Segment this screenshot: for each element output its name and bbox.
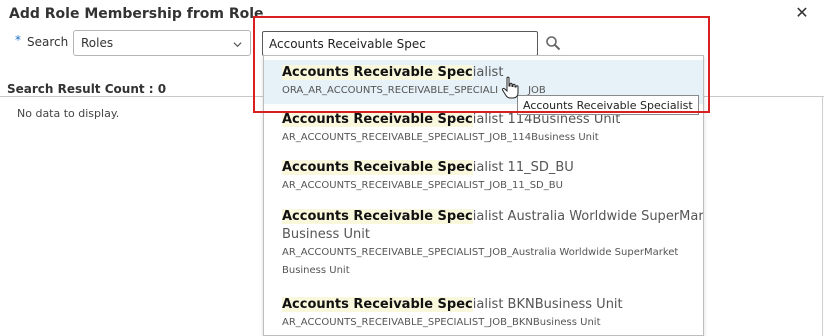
- search-label: Search: [27, 35, 69, 49]
- suggestion-tooltip: Accounts Receivable Specialist: [517, 95, 699, 115]
- suggestion-code: AR_ACCOUNTS_RECEIVABLE_SPECIALIST_JOB_BK…: [282, 317, 601, 328]
- dialog-title: Add Role Membership from Role: [9, 6, 264, 22]
- chevron-down-icon: [233, 42, 242, 48]
- close-icon[interactable]: ✕: [793, 4, 811, 22]
- search-category-select[interactable]: Roles: [73, 30, 251, 56]
- required-marker: *: [15, 33, 21, 47]
- suggestion-name: Accounts Receivable Specialist 11_SD_BU: [282, 160, 574, 175]
- suggestion-code: AR_ACCOUNTS_RECEIVABLE_SPECIALIST_JOB_Au…: [282, 247, 679, 258]
- suggestion-item[interactable]: Accounts Receivable Specialist 114Busine…: [264, 111, 703, 153]
- no-data-message: No data to display.: [17, 107, 120, 120]
- add-role-membership-dialog: Add Role Membership from Role ✕ * Search…: [0, 0, 824, 336]
- search-category-value: Roles: [81, 36, 114, 50]
- suggestion-name-cont: Business Unit: [282, 227, 370, 242]
- suggestion-name: Accounts Receivable Specialist BKNBusine…: [282, 297, 623, 312]
- suggestion-name: Accounts Receivable Specialist: [282, 65, 504, 80]
- hand-cursor-icon: [501, 76, 519, 99]
- suggestion-name: Accounts Receivable Specialist Australia…: [282, 209, 704, 224]
- suggestion-item[interactable]: Accounts Receivable Specialist Australia…: [264, 208, 703, 288]
- suggestion-item[interactable]: Accounts Receivable Specialist 11_SD_BU …: [264, 159, 703, 201]
- suggestion-item[interactable]: Accounts Receivable Specialist BKNBusine…: [264, 296, 703, 335]
- search-result-count: Search Result Count : 0: [7, 82, 167, 96]
- suggestion-code: AR_ACCOUNTS_RECEIVABLE_SPECIALIST_JOB_11…: [282, 132, 599, 143]
- search-input[interactable]: Accounts Receivable Spec: [262, 31, 538, 56]
- suggestion-code: AR_ACCOUNTS_RECEIVABLE_SPECIALIST_JOB_11…: [282, 180, 563, 191]
- panel-border: [822, 96, 823, 336]
- search-icon[interactable]: [545, 35, 561, 51]
- suggestion-code-cont: Business Unit: [282, 265, 350, 276]
